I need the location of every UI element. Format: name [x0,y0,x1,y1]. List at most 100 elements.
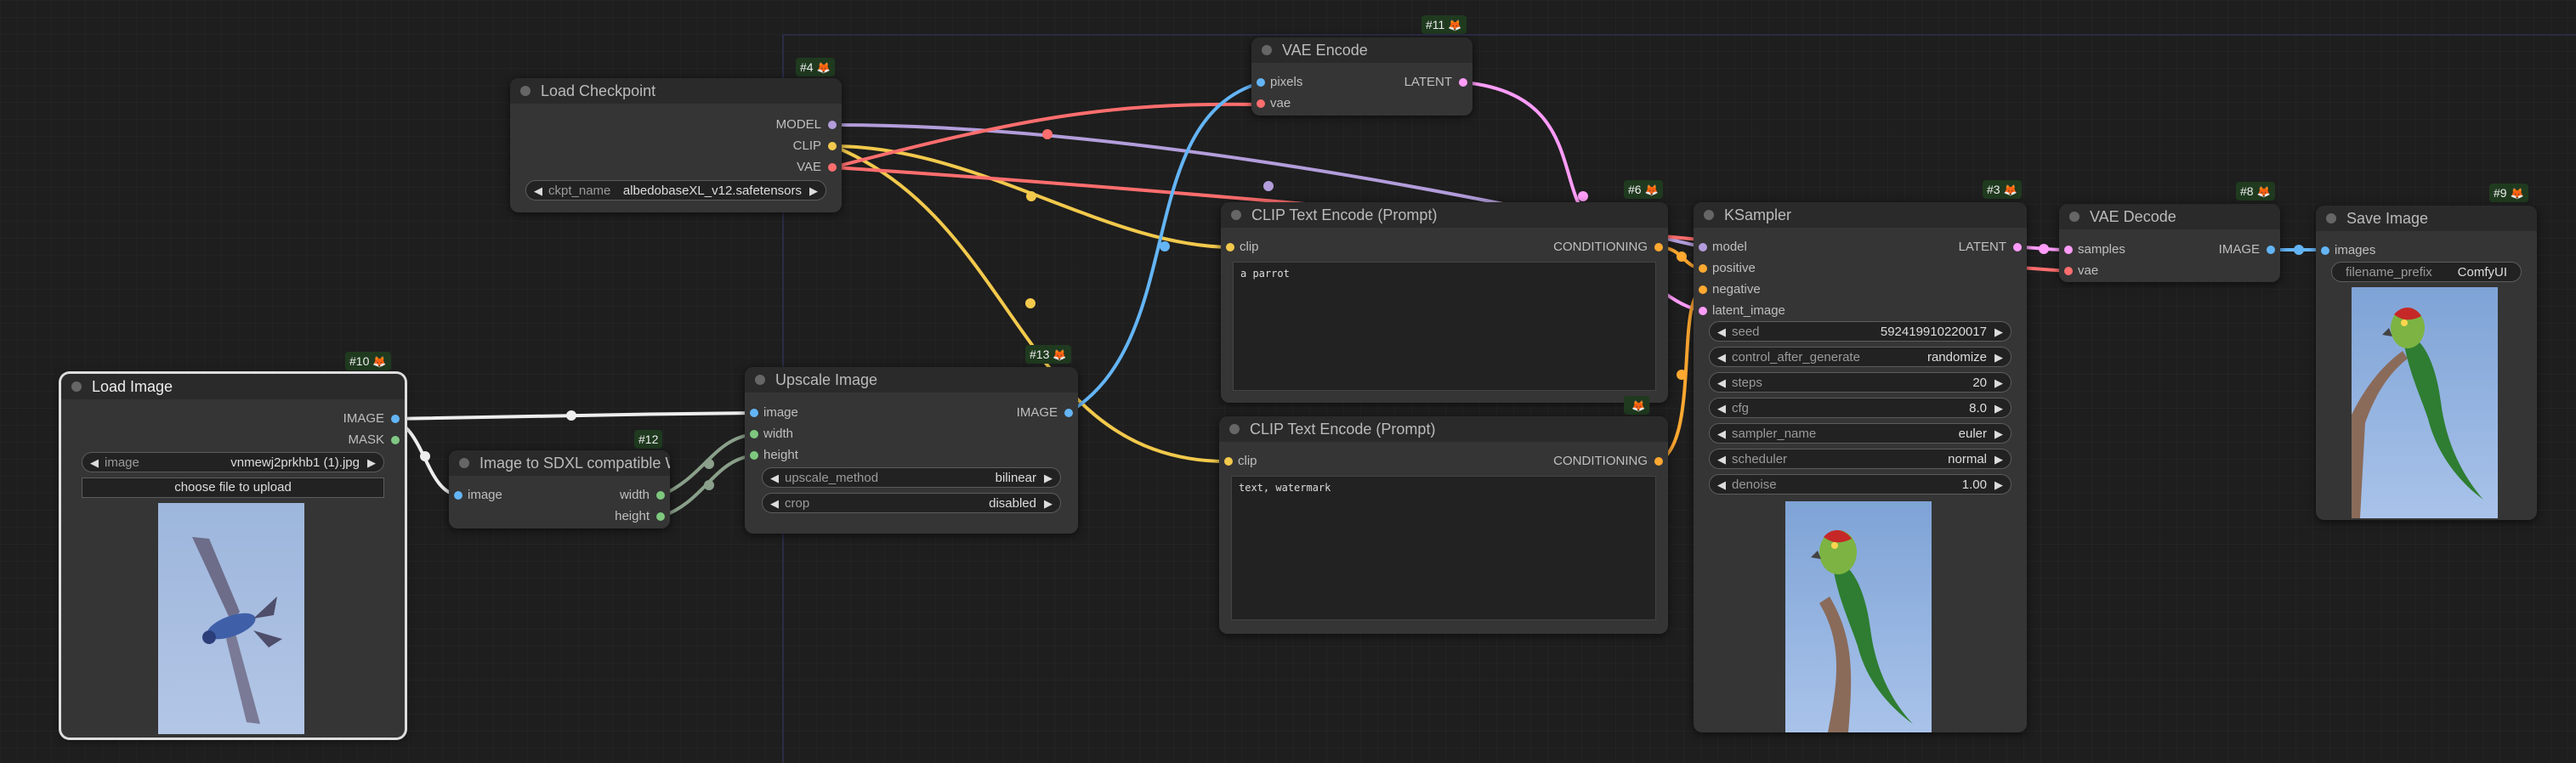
upload-button[interactable]: choose file to upload [82,478,384,498]
input-slot-pixels[interactable]: pixels [1251,74,1302,91]
slot-dot-icon[interactable] [1699,307,1707,315]
slot-dot-icon[interactable] [750,451,758,460]
prompt-textarea[interactable]: a parrot [1233,262,1656,391]
slot-dot-icon[interactable] [1257,99,1265,108]
arrow-right-icon[interactable]: ▶ [1044,468,1053,489]
arrow-right-icon[interactable]: ▶ [1994,322,2003,342]
slot-dot-icon[interactable] [2267,246,2275,254]
node-title-bar[interactable]: VAE Decode [2059,204,2280,229]
slot-dot-icon[interactable] [2321,246,2329,255]
node-title-bar[interactable]: Save Image [2316,206,2537,231]
widget-seed[interactable]: ◀ seed 592419910220017 ▶ [1709,321,2011,342]
node-title-bar[interactable]: Load Checkpoint [510,78,842,104]
node-title-bar[interactable]: VAE Encode [1251,37,1472,63]
output-slot-model[interactable]: MODEL [776,116,842,133]
slot-dot-icon[interactable] [454,491,462,500]
slot-dot-icon[interactable] [391,415,400,423]
output-slot-conditioning[interactable]: CONDITIONING [1553,239,1668,256]
slot-dot-icon[interactable] [2064,267,2073,275]
slot-dot-icon[interactable] [828,142,837,150]
arrow-left-icon[interactable]: ◀ [1717,475,1726,495]
collapse-dot-icon[interactable] [1231,210,1241,220]
prompt-textarea[interactable]: text, watermark [1231,476,1656,620]
output-slot-conditioning[interactable]: CONDITIONING [1553,453,1668,470]
arrow-right-icon[interactable]: ▶ [1994,449,2003,470]
widget-filename-prefix[interactable]: filename_prefix ComfyUI [2331,262,2522,282]
arrow-right-icon[interactable]: ▶ [367,453,376,473]
input-slot-image[interactable]: image [745,404,798,421]
arrow-left-icon[interactable]: ◀ [1717,348,1726,368]
slot-dot-icon[interactable] [828,163,837,172]
output-slot-width[interactable]: width [620,487,670,504]
output-slot-image[interactable]: IMAGE [343,410,405,427]
node-load-checkpoint[interactable]: Load Checkpoint MODEL CLIP VAE ◀ ckpt_na… [510,78,842,212]
input-slot-latent-image[interactable]: latent_image [1694,302,1785,319]
arrow-left-icon[interactable]: ◀ [1717,424,1726,444]
output-slot-latent[interactable]: LATENT [1959,239,2027,256]
combo-ckpt-name[interactable]: ◀ ckpt_name albedobaseXL_v12.safetensors… [525,180,826,201]
collapse-dot-icon[interactable] [2069,212,2080,222]
widget-steps[interactable]: ◀ steps 20 ▶ [1709,372,2011,393]
node-vae-decode[interactable]: VAE Decode samples vae IMAGE [2059,204,2280,282]
slot-dot-icon[interactable] [750,430,758,438]
slot-dot-icon[interactable] [828,121,837,129]
slot-dot-icon[interactable] [1699,264,1707,273]
combo-image[interactable]: ◀ image vnmewj2prkhb1 (1).jpg ▶ [82,452,384,472]
node-title-bar[interactable]: Image to SDXL compatible WH [449,450,670,476]
input-slot-image[interactable]: image [449,487,502,504]
arrow-right-icon[interactable]: ▶ [1994,398,2003,419]
slot-dot-icon[interactable] [1224,457,1233,466]
node-graph-canvas[interactable]: #4 🦊 Load Checkpoint MODEL CLIP VAE ◀ ckp… [0,0,2576,763]
node-load-image[interactable]: Load Image IMAGE MASK ◀ image vnmewj2prkhb… [61,374,405,738]
input-slot-images[interactable]: images [2316,242,2375,259]
arrow-left-icon[interactable]: ◀ [1717,373,1726,393]
node-vae-encode[interactable]: VAE Encode pixels vae LATENT [1251,37,1472,116]
input-slot-negative[interactable]: negative [1694,281,1761,298]
slot-dot-icon[interactable] [1226,243,1234,252]
output-image-preview[interactable] [1785,501,1932,732]
arrow-right-icon[interactable]: ▶ [1994,475,2003,495]
arrow-right-icon[interactable]: ▶ [809,181,818,201]
output-slot-clip[interactable]: CLIP [793,138,842,155]
node-clip-text-encode-positive[interactable]: CLIP Text Encode (Prompt) clip CONDITION… [1221,202,1668,403]
slot-dot-icon[interactable] [2064,246,2073,254]
slot-dot-icon[interactable] [1699,243,1707,252]
widget-scheduler[interactable]: ◀ scheduler normal ▶ [1709,449,2011,469]
collapse-dot-icon[interactable] [520,86,531,96]
collapse-dot-icon[interactable] [459,458,469,468]
arrow-right-icon[interactable]: ▶ [1994,348,2003,368]
arrow-left-icon[interactable]: ◀ [770,494,779,514]
slot-dot-icon[interactable] [391,436,400,444]
node-upscale-image[interactable]: Upscale Image image width height IMAGE ◀… [745,367,1078,534]
arrow-left-icon[interactable]: ◀ [90,453,99,473]
arrow-left-icon[interactable]: ◀ [1717,449,1726,470]
collapse-dot-icon[interactable] [1704,210,1714,220]
input-slot-positive[interactable]: positive [1694,260,1756,277]
collapse-dot-icon[interactable] [755,375,765,385]
slot-dot-icon[interactable] [1064,409,1073,417]
slot-dot-icon[interactable] [1699,285,1707,294]
slot-dot-icon[interactable] [1654,243,1663,252]
slot-dot-icon[interactable] [750,409,758,417]
arrow-left-icon[interactable]: ◀ [770,468,779,489]
input-slot-samples[interactable]: samples [2059,241,2125,258]
saved-image-preview[interactable] [2352,287,2498,518]
input-slot-clip[interactable]: clip [1221,239,1259,256]
arrow-right-icon[interactable]: ▶ [1994,373,2003,393]
collapse-dot-icon[interactable] [1262,45,1272,55]
node-title-bar[interactable]: CLIP Text Encode (Prompt) [1221,202,1668,228]
widget-denoise[interactable]: ◀ denoise 1.00 ▶ [1709,474,2011,495]
arrow-left-icon[interactable]: ◀ [1717,398,1726,419]
input-slot-vae[interactable]: vae [2059,263,2098,280]
node-save-image[interactable]: Save Image images filename_prefix ComfyUI [2316,206,2537,520]
collapse-dot-icon[interactable] [2326,213,2336,223]
input-slot-model[interactable]: model [1694,239,1747,256]
output-slot-image[interactable]: IMAGE [1017,404,1078,421]
slot-dot-icon[interactable] [656,491,665,500]
output-slot-latent[interactable]: LATENT [1404,74,1472,91]
arrow-left-icon[interactable]: ◀ [1717,322,1726,342]
node-title-bar[interactable]: KSampler [1694,202,2027,228]
collapse-dot-icon[interactable] [1229,424,1240,434]
widget-cfg[interactable]: ◀ cfg 8.0 ▶ [1709,398,2011,418]
widget-control-after-generate[interactable]: ◀ control_after_generate randomize ▶ [1709,347,2011,367]
